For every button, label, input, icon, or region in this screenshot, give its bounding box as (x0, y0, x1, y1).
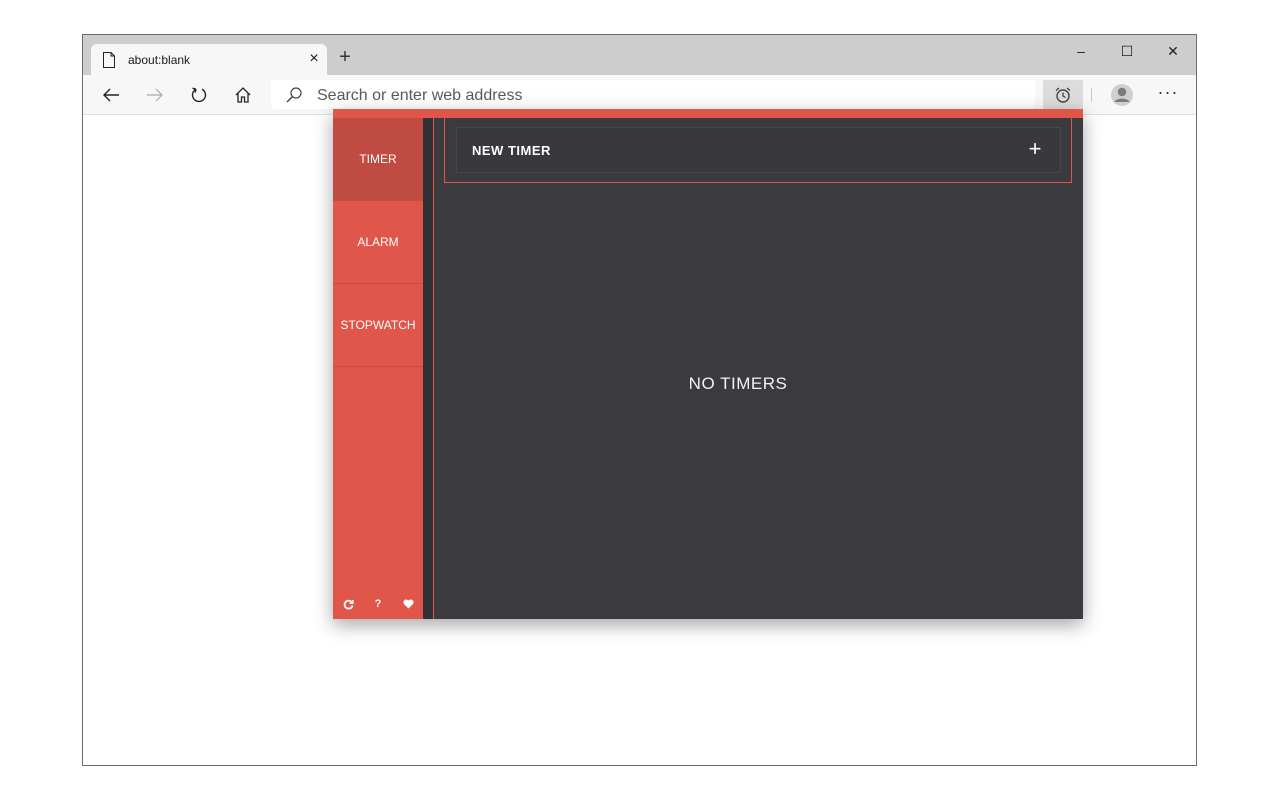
maximize-button[interactable]: ☐ (1113, 41, 1141, 61)
refresh-button[interactable] (187, 83, 211, 107)
page-icon (102, 52, 116, 68)
plus-icon: + (1028, 136, 1042, 161)
nav-timer-label: TIMER (359, 152, 397, 166)
new-timer-label: NEW TIMER (472, 143, 551, 158)
tab-strip: about:blank × + – ☐ ✕ (83, 35, 1196, 75)
heart-icon[interactable] (402, 598, 415, 611)
back-icon (103, 88, 119, 102)
forward-icon (147, 88, 163, 102)
forward-button[interactable] (143, 83, 167, 107)
popup-top-accent (333, 109, 1083, 118)
browser-tab[interactable]: about:blank × (91, 44, 327, 75)
refresh-icon (191, 87, 207, 103)
search-icon (285, 86, 303, 104)
home-icon (235, 87, 251, 103)
toolbar-divider (1091, 88, 1092, 102)
refresh-icon[interactable] (342, 598, 355, 611)
settings-menu-button[interactable]: ··· (1153, 83, 1183, 107)
profile-icon (1111, 84, 1133, 106)
sidebar-gutter (423, 118, 433, 619)
nav-timer[interactable]: TIMER (333, 118, 423, 201)
help-icon[interactable]: ? (372, 598, 385, 611)
profile-button[interactable] (1108, 82, 1136, 108)
alarm-clock-icon (1055, 87, 1071, 103)
sidebar-footer: ? (333, 595, 423, 613)
address-bar[interactable] (271, 80, 1035, 109)
alarm-extension-button[interactable] (1043, 80, 1083, 110)
back-button[interactable] (99, 83, 123, 107)
new-timer-button[interactable]: NEW TIMER + (456, 127, 1061, 173)
popup-sidebar: TIMER ALARM STOPWATCH ? (333, 118, 430, 619)
nav-stopwatch[interactable]: STOPWATCH (333, 284, 423, 367)
new-tab-button[interactable]: + (337, 47, 353, 67)
home-button[interactable] (231, 83, 255, 107)
empty-state-message: NO TIMERS (688, 374, 788, 393)
timer-extension-popup: TIMER ALARM STOPWATCH ? NEW TIMER + NO T… (333, 109, 1083, 619)
timer-panel: NEW TIMER + NO TIMERS (433, 118, 1083, 619)
minimize-button[interactable]: – (1067, 41, 1095, 61)
nav-stopwatch-label: STOPWATCH (340, 318, 416, 332)
tab-title: about:blank (128, 53, 191, 67)
new-timer-frame: NEW TIMER + (444, 118, 1072, 183)
address-input[interactable] (315, 84, 1019, 108)
nav-alarm[interactable]: ALARM (333, 201, 423, 284)
close-window-button[interactable]: ✕ (1159, 41, 1187, 61)
nav-alarm-label: ALARM (357, 235, 399, 249)
tab-close-icon[interactable]: × (306, 51, 322, 67)
